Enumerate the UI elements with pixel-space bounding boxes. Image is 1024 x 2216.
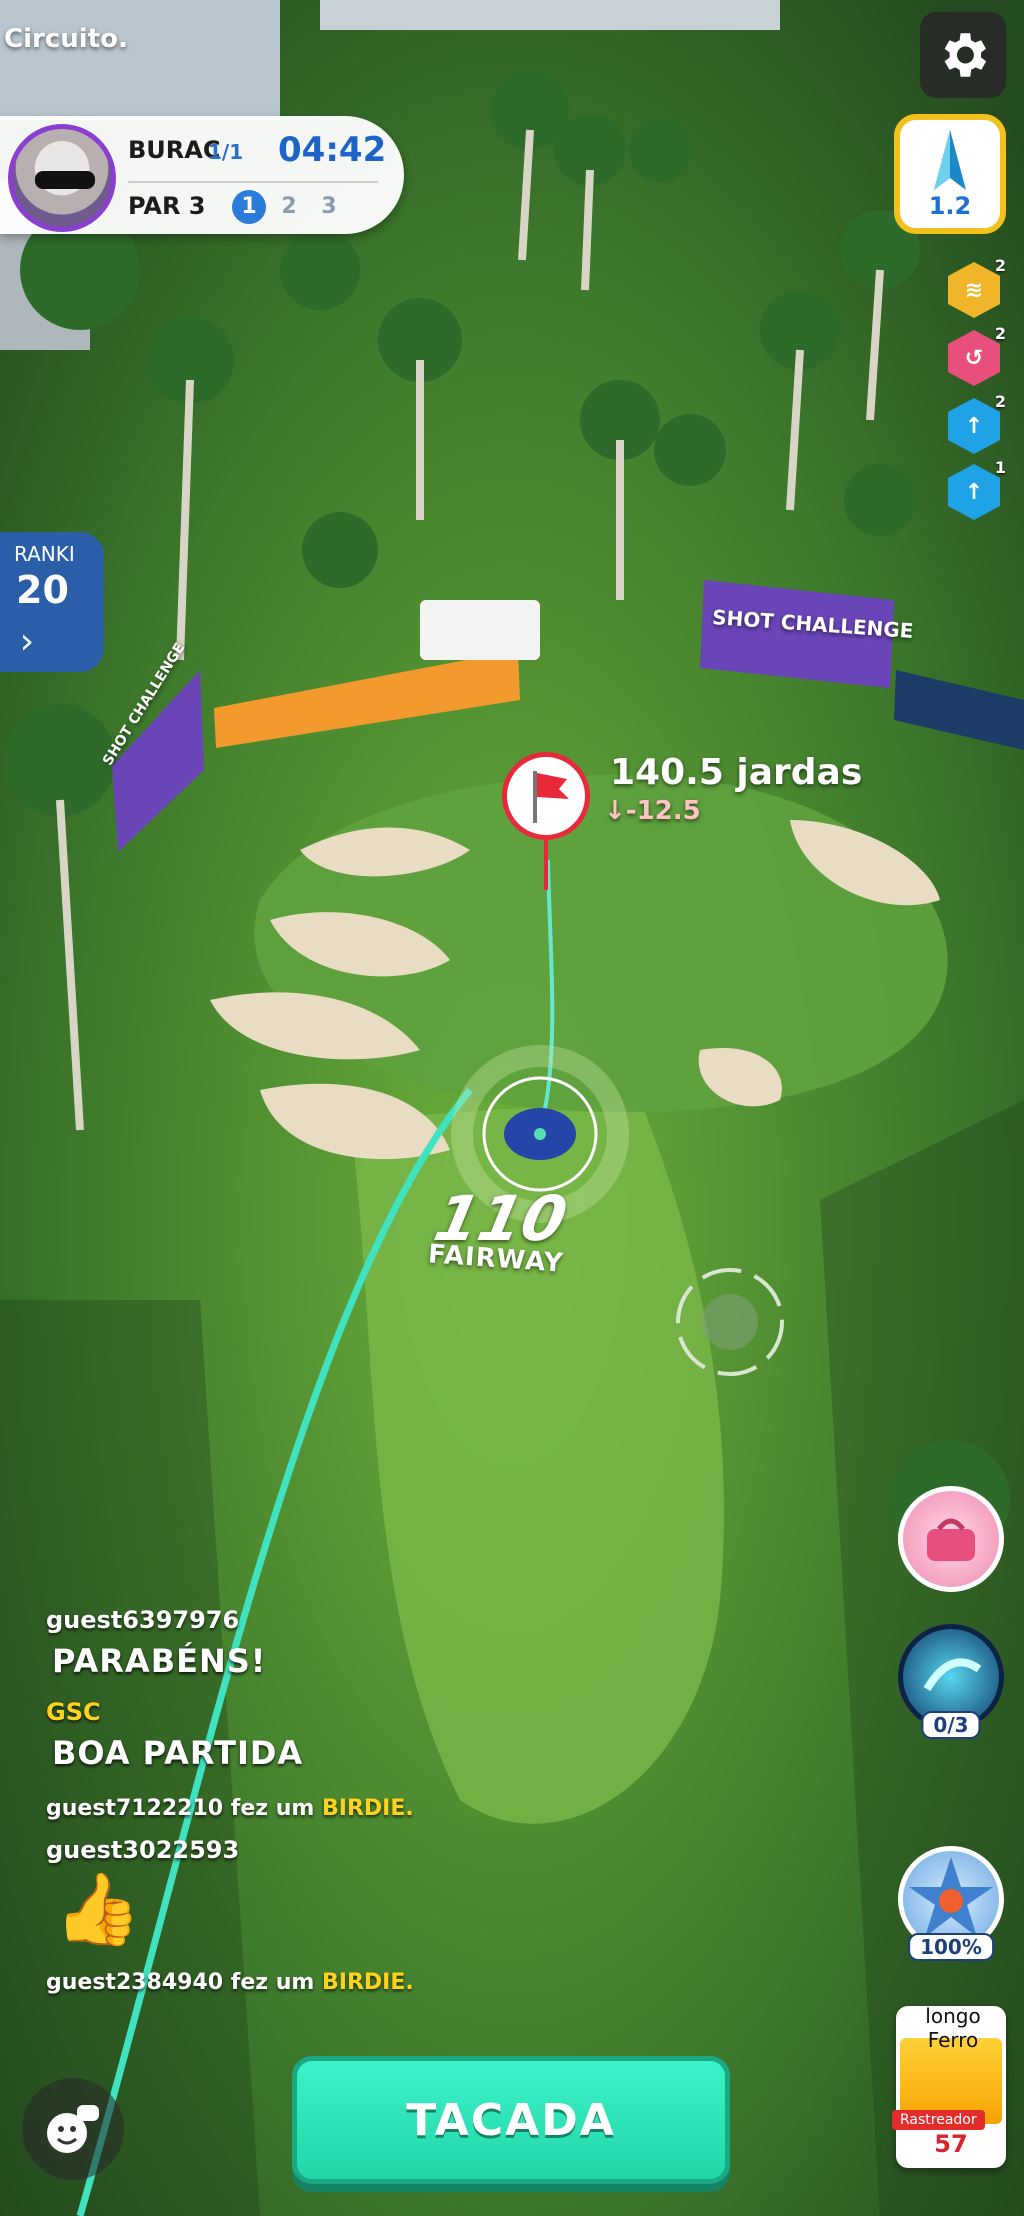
chat-message: BOA PARTIDA	[52, 1734, 304, 1772]
tracker-badge: Rastreador	[892, 2110, 985, 2130]
flag-icon	[533, 771, 569, 823]
ranking-value: 20	[16, 568, 69, 612]
ranking-expand-button[interactable]: ›	[0, 612, 54, 672]
chat-sender: GSC	[46, 1698, 101, 1726]
chat-event: guest7122210 fez um BIRDIE.	[46, 1796, 414, 1821]
settings-button[interactable]	[920, 12, 1006, 98]
power-meter-button[interactable]: 100%	[898, 1846, 1004, 1961]
round-1: 1	[232, 190, 266, 224]
hole-timer: 04:42	[278, 130, 387, 170]
hole-flag-marker	[502, 752, 590, 840]
round-2: 2	[281, 194, 297, 219]
chat-button[interactable]	[22, 2078, 124, 2180]
curve-perk-icon: ↺	[948, 330, 1000, 386]
round-3: 3	[321, 194, 337, 219]
pin-distance: 140.5 jardas	[610, 752, 863, 793]
perk-curve[interactable]: ↺ 2	[948, 324, 1006, 386]
divider	[128, 181, 378, 183]
chat-sender: guest6397976	[46, 1606, 240, 1634]
power-percent: 100%	[908, 1933, 994, 1961]
shot-button[interactable]: TACADA	[292, 2056, 730, 2184]
thumbs-up-emoji: 👍	[54, 1868, 142, 1950]
hole-count: 1/1	[208, 140, 244, 164]
special-shot-button[interactable]: 0/3	[898, 1624, 1004, 1739]
hole-info-panel: BURAC 1/1 04:42 PAR 3 1 2 3	[0, 116, 404, 234]
building	[0, 0, 280, 120]
hole-name: BURAC	[128, 136, 221, 164]
wind-perk-icon: ≋	[948, 262, 1000, 318]
chat-event: guest2384940 fez um BIRDIE.	[46, 1970, 414, 1995]
player-avatar[interactable]	[8, 124, 116, 232]
gear-icon	[944, 33, 987, 77]
perk-power[interactable]: ↑ 2	[948, 392, 1006, 454]
elevation-change: ↓-12.5	[604, 796, 701, 826]
special-shot-count: 0/3	[921, 1711, 981, 1739]
gift-bag-button[interactable]	[898, 1486, 1004, 1592]
wind-indicator[interactable]: 1.2	[894, 114, 1006, 234]
golf-course-scene	[0, 0, 1024, 2216]
chat-message: PARABÉNS!	[52, 1642, 267, 1680]
chat-sender: guest3022593	[46, 1836, 240, 1864]
perk-wind[interactable]: ≋ 2	[948, 256, 1006, 318]
ranking-label: RANKI	[14, 542, 75, 566]
arrow-up-icon: ↑	[948, 464, 1000, 520]
chat-emoji-icon	[47, 2105, 99, 2153]
circuit-status-text: Circuito.	[4, 24, 128, 54]
tv-van	[420, 600, 540, 660]
wind-speed: 1.2	[928, 192, 972, 220]
par-label: PAR 3	[128, 192, 206, 220]
perk-power-2[interactable]: ↑ 1	[948, 458, 1006, 520]
club-name: longo Ferro	[925, 2004, 981, 2052]
arrow-up-icon: ↑	[948, 398, 1000, 454]
bag-icon	[927, 1518, 975, 1561]
club-count: 57	[934, 2130, 968, 2158]
round-indicator: 1 2 3	[232, 190, 346, 224]
